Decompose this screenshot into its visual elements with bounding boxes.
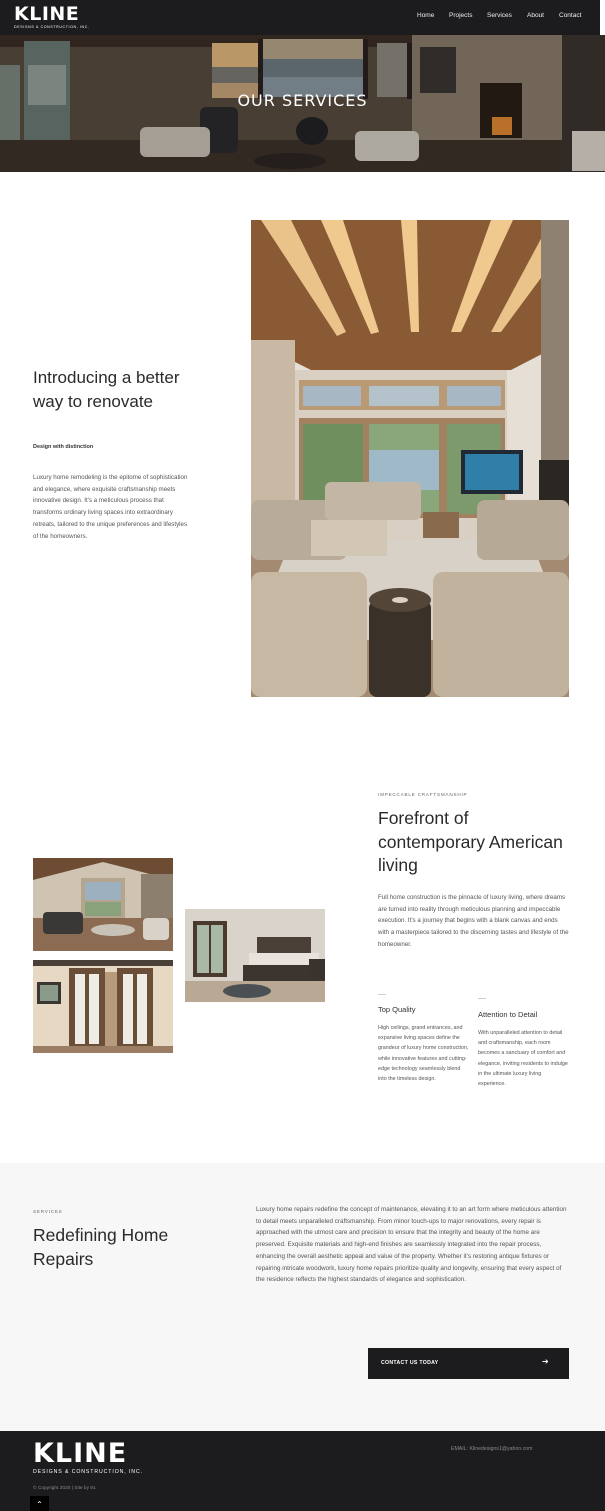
nav-about[interactable]: About <box>527 12 544 19</box>
top-quality-text: High ceilings, grand entrances, and expa… <box>378 1025 469 1083</box>
intro-heading: Introducing a better way to renovate <box>33 368 180 411</box>
contact-us-label: CONTACT US TODAY <box>381 1360 439 1366</box>
great-room-image <box>33 858 173 951</box>
intro-paragraph: Luxury home remodeling is the epitome of… <box>33 474 188 540</box>
column-divider-2 <box>478 998 486 999</box>
nav-home[interactable]: Home <box>417 12 434 19</box>
living-room-photo <box>251 220 569 697</box>
footer-logo-wordmark: KLINE <box>33 1438 128 1469</box>
craftsmanship-heading: Forefront of contemporary American livin… <box>378 808 563 875</box>
repairs-heading: Redefining Home Repairs <box>33 1225 169 1269</box>
scroll-to-top-button[interactable]: ⌃ <box>30 1496 49 1511</box>
chevron-up-icon: ⌃ <box>36 1500 43 1509</box>
bedroom-photo <box>185 909 325 1002</box>
header-edge <box>600 0 605 35</box>
logo-wordmark: KLINE <box>14 3 80 25</box>
site-header: KLINE DESIGNS & CONSTRUCTION, INC. Home … <box>0 0 600 35</box>
nav-services[interactable]: Services <box>487 12 512 19</box>
footer-logo[interactable]: KLINE DESIGNS & CONSTRUCTION, INC. <box>33 1438 143 1476</box>
page-title: OUR SERVICES <box>237 91 368 110</box>
bedroom-image <box>185 909 325 1002</box>
attention-detail-text: With unparalleled attention to detail an… <box>478 1030 568 1088</box>
logo-tagline: DESIGNS & CONSTRUCTION, INC. <box>14 25 90 29</box>
top-quality-title: Top Quality <box>378 1005 416 1014</box>
nav-contact[interactable]: Contact <box>559 12 581 19</box>
repairs-eyebrow: SERVICES <box>33 1209 63 1214</box>
repairs-paragraph: Luxury home repairs redefine the concept… <box>256 1206 567 1284</box>
intro-tagline: Design with distinction <box>33 444 94 450</box>
barn-door-photo <box>33 960 173 1053</box>
attention-detail-title: Attention to Detail <box>478 1010 538 1019</box>
arrow-right-icon: ➔ <box>542 1357 549 1366</box>
nav-projects[interactable]: Projects <box>449 12 472 19</box>
footer-copyright: © Copyright 2020 | Site by 91 <box>33 1486 96 1491</box>
footer-logo-tagline: DESIGNS & CONSTRUCTION, INC. <box>33 1469 143 1475</box>
contact-us-button[interactable]: CONTACT US TODAY ➔ <box>368 1348 569 1379</box>
craftsmanship-eyebrow: IMPECCABLE CRAFTSMANSHIP <box>378 792 468 797</box>
site-logo[interactable]: KLINE DESIGNS & CONSTRUCTION, INC. <box>14 4 90 29</box>
column-divider-1 <box>378 994 386 995</box>
barn-door-image <box>33 960 173 1053</box>
craftsmanship-paragraph: Full home construction is the pinnacle o… <box>378 894 569 948</box>
living-room-image <box>251 220 569 697</box>
hero-banner: OUR SERVICES <box>0 35 605 172</box>
great-room-photo <box>33 858 173 951</box>
footer-email-link[interactable]: EMAIL: Klinedesigns1@yahoo.com <box>451 1446 532 1452</box>
